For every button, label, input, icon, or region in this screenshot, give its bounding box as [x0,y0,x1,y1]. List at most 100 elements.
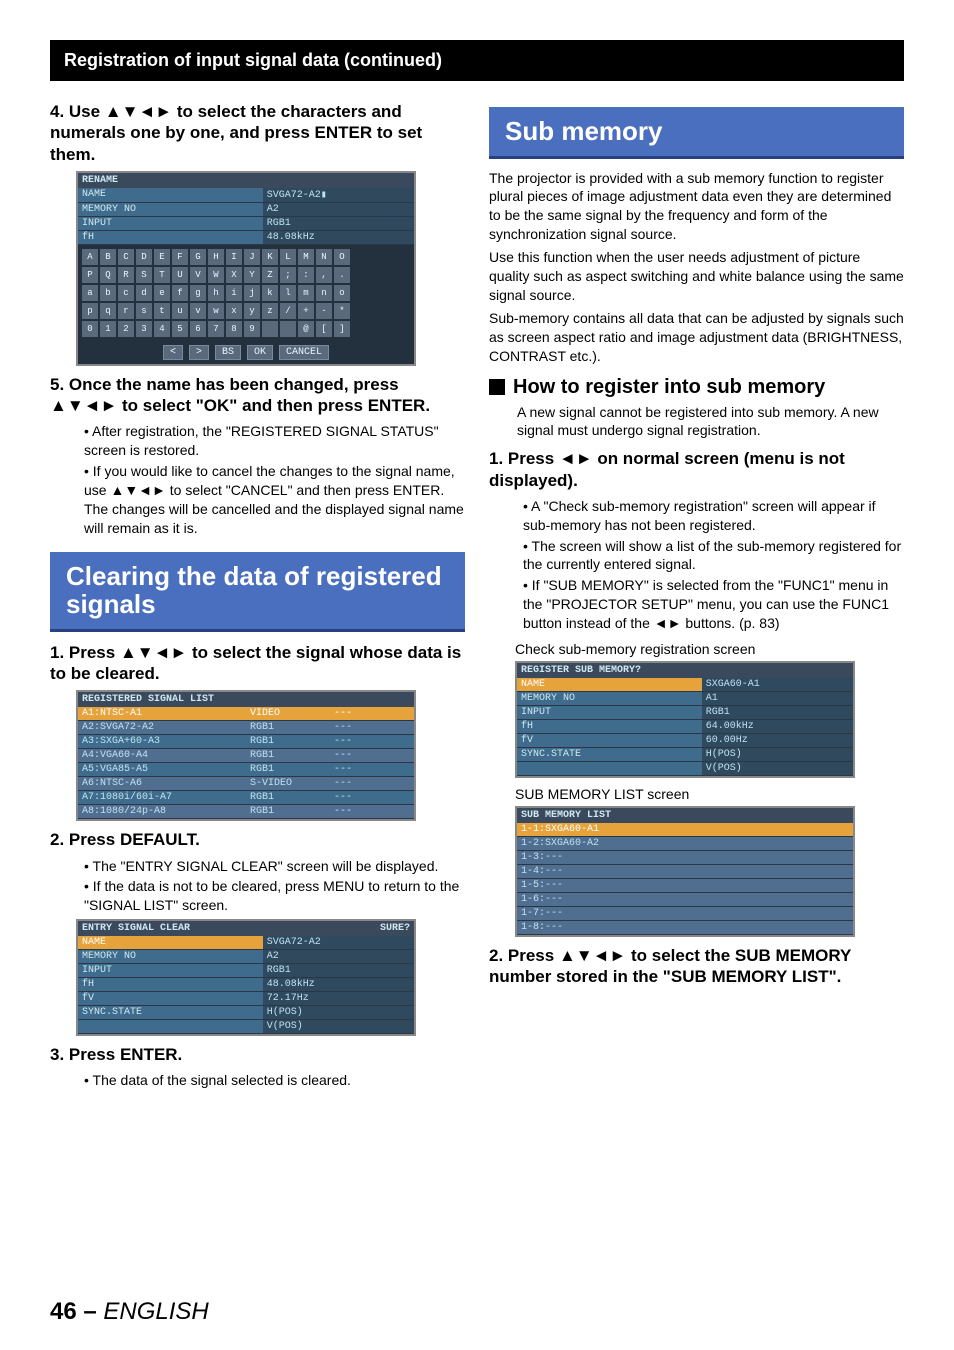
char-cell[interactable] [280,321,296,337]
char-cell[interactable]: S [136,267,152,283]
signal-row[interactable]: A6:NTSC-A6S-VIDEO--- [78,777,414,791]
signal-row[interactable]: A1:NTSC-A1VIDEO--- [78,707,414,721]
signal-row[interactable]: A2:SVGA72-A2RGB1--- [78,721,414,735]
char-cell[interactable]: y [244,303,260,319]
char-cell[interactable]: c [118,285,134,301]
char-cell[interactable]: j [244,285,260,301]
char-cell[interactable]: Y [244,267,260,283]
sml-row[interactable]: 1-2:SXGA60-A2 [517,837,853,851]
char-cell[interactable]: : [298,267,314,283]
char-cell[interactable]: k [262,285,278,301]
char-cell[interactable]: a [82,285,98,301]
char-cell[interactable]: K [262,249,278,265]
char-cell[interactable]: p [82,303,98,319]
rename-btn->[interactable]: > [189,345,209,360]
rename-btn-cancel[interactable]: CANCEL [279,345,329,360]
char-cell[interactable]: i [226,285,242,301]
char-cell[interactable]: 8 [226,321,242,337]
signal-row[interactable]: A4:VGA60-A4RGB1--- [78,749,414,763]
char-cell[interactable]: D [136,249,152,265]
char-cell[interactable]: P [82,267,98,283]
char-cell[interactable]: 6 [190,321,206,337]
sml-row[interactable]: 1-8:--- [517,921,853,935]
signal-row[interactable]: A3:SXGA+60-A3RGB1--- [78,735,414,749]
char-cell[interactable]: 3 [136,321,152,337]
char-cell[interactable]: n [316,285,332,301]
char-cell[interactable]: r [118,303,134,319]
char-cell[interactable]: T [154,267,170,283]
char-cell[interactable]: [ [316,321,332,337]
char-cell[interactable]: - [316,303,332,319]
char-cell[interactable]: R [118,267,134,283]
signal-row[interactable]: A8:1080/24p-A8RGB1--- [78,805,414,819]
char-cell[interactable]: q [100,303,116,319]
char-cell[interactable]: f [172,285,188,301]
char-cell[interactable]: G [190,249,206,265]
char-cell[interactable]: 1 [100,321,116,337]
sml-row[interactable]: 1-3:--- [517,851,853,865]
char-cell[interactable]: g [190,285,206,301]
sml-row[interactable]: 1-7:--- [517,907,853,921]
char-cell[interactable]: J [244,249,260,265]
sml-row[interactable]: 1-4:--- [517,865,853,879]
char-cell[interactable]: ; [280,267,296,283]
rename-btn-<[interactable]: < [163,345,183,360]
sub-step-2-heading: 2. Press ▲▼◄► to select the SUB MEMORY n… [489,945,904,988]
char-cell[interactable]: s [136,303,152,319]
char-cell[interactable]: B [100,249,116,265]
char-cell[interactable]: . [334,267,350,283]
char-cell[interactable]: @ [298,321,314,337]
rename-btn-bs[interactable]: BS [215,345,241,360]
sml-row[interactable]: 1-5:--- [517,879,853,893]
char-cell[interactable]: 7 [208,321,224,337]
char-cell[interactable]: x [226,303,242,319]
char-cell[interactable]: l [280,285,296,301]
char-cell[interactable]: + [298,303,314,319]
char-cell[interactable]: 9 [244,321,260,337]
char-cell[interactable]: u [172,303,188,319]
char-cell[interactable]: , [316,267,332,283]
signal-row[interactable]: A5:VGA85-A5RGB1--- [78,763,414,777]
char-cell[interactable]: E [154,249,170,265]
char-cell[interactable]: U [172,267,188,283]
char-cell[interactable]: N [316,249,332,265]
char-cell[interactable]: A [82,249,98,265]
char-cell[interactable]: H [208,249,224,265]
char-cell[interactable]: 4 [154,321,170,337]
char-cell[interactable]: M [298,249,314,265]
char-cell[interactable]: Z [262,267,278,283]
char-cell[interactable]: / [280,303,296,319]
char-cell[interactable]: m [298,285,314,301]
char-cell[interactable]: L [280,249,296,265]
char-cell[interactable]: F [172,249,188,265]
char-cell[interactable]: * [334,303,350,319]
char-cell[interactable]: o [334,285,350,301]
char-cell[interactable]: 0 [82,321,98,337]
char-cell[interactable]: 5 [172,321,188,337]
char-cell[interactable]: w [208,303,224,319]
char-cell[interactable]: C [118,249,134,265]
char-cell[interactable]: e [154,285,170,301]
char-cell[interactable]: v [190,303,206,319]
char-cell[interactable]: I [226,249,242,265]
sml-row[interactable]: 1-1:SXGA60-A1 [517,823,853,837]
char-cell[interactable]: z [262,303,278,319]
char-cell[interactable]: V [190,267,206,283]
sml-row[interactable]: 1-6:--- [517,893,853,907]
char-cell[interactable]: W [208,267,224,283]
left-column: 4. Use ▲▼◄► to select the characters and… [50,93,465,1092]
signal-row[interactable]: A7:1080i/60i-A7RGB1--- [78,791,414,805]
char-cell[interactable]: O [334,249,350,265]
char-cell[interactable]: ] [334,321,350,337]
char-row: PQRSTUVWXYZ;:,. [82,267,410,283]
char-cell[interactable]: X [226,267,242,283]
char-cell[interactable]: t [154,303,170,319]
char-cell[interactable]: d [136,285,152,301]
clear-kv-row: NAMESVGA72-A2 [78,936,414,950]
char-cell[interactable]: b [100,285,116,301]
char-cell[interactable]: 2 [118,321,134,337]
rename-btn-ok[interactable]: OK [247,345,273,360]
char-cell[interactable]: h [208,285,224,301]
char-cell[interactable]: Q [100,267,116,283]
char-cell[interactable] [262,321,278,337]
